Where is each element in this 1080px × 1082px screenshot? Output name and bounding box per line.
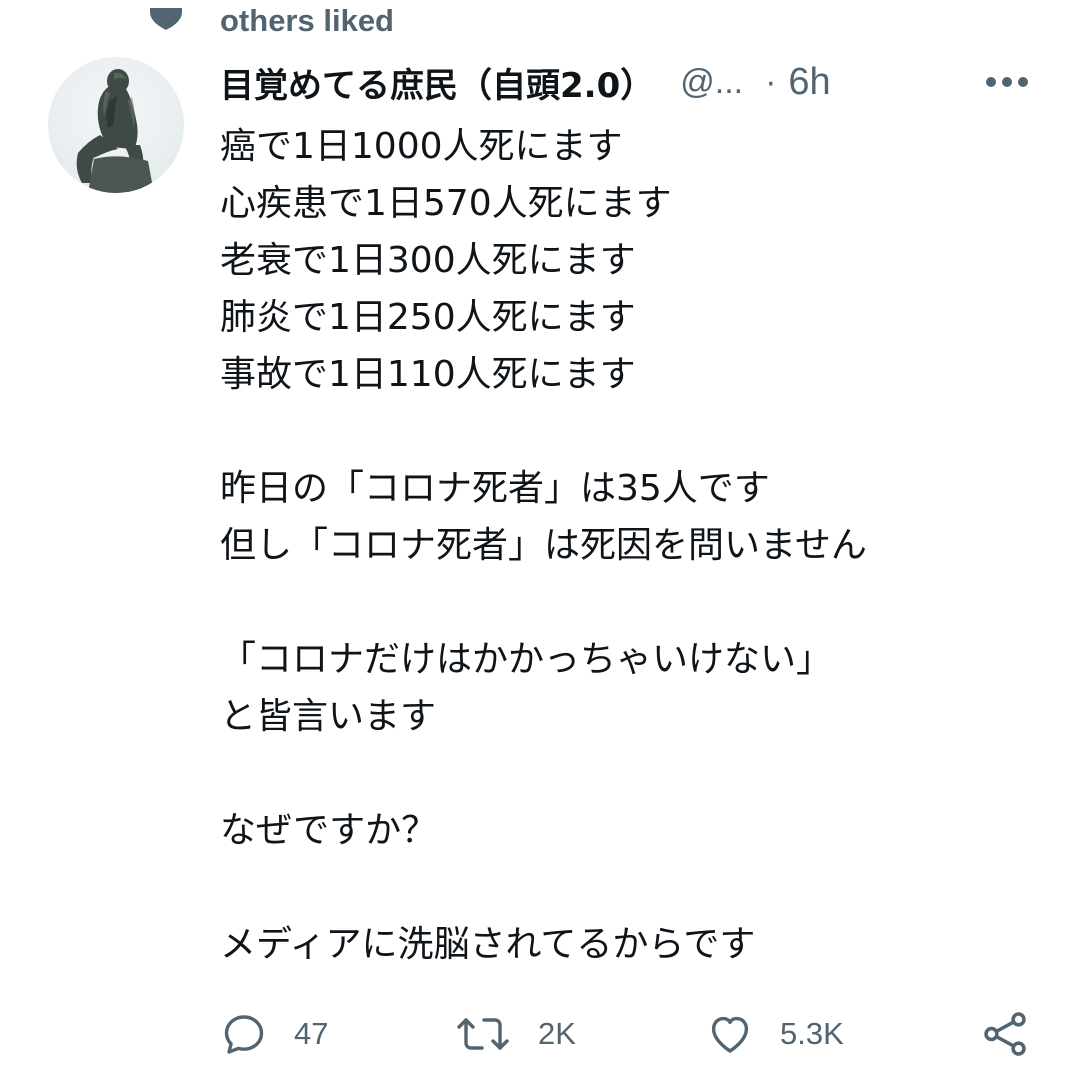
tweet-text-line: 肺炎で1日250人死にます [220, 297, 636, 338]
tweet-text-line [220, 403, 1060, 460]
like-count: 5.3K [780, 1016, 844, 1051]
separator-dot: · [765, 62, 777, 101]
reply-count: 47 [294, 1016, 329, 1051]
tweet-text-line: なぜですか？ [220, 810, 438, 851]
tweet-text-line: メディアに洗脳されてるからです [220, 924, 756, 965]
retweet-button[interactable]: 2K [454, 1002, 576, 1066]
tweet-text-line: 事故で1日110人死にます [220, 354, 636, 395]
author-handle[interactable]: @... [680, 63, 743, 102]
social-context [148, 0, 184, 44]
heart-icon [148, 8, 184, 30]
tweet-text-line [220, 745, 1060, 802]
retweet-count: 2K [538, 1016, 576, 1051]
tweet-text-line [220, 859, 1060, 916]
social-context-text[interactable]: others liked [220, 4, 394, 38]
tweet-text-line [220, 574, 1060, 631]
share-button[interactable] [980, 1002, 1030, 1066]
tweet-text-line: 「コロナだけはかかっちゃいけない」 [220, 639, 833, 680]
more-horizontal-icon [986, 77, 1028, 87]
reply-button[interactable]: 47 [220, 1002, 328, 1066]
share-icon [984, 1012, 1026, 1056]
author-display-name[interactable]: 目覚めてる庶民（自頭2.0） [220, 58, 654, 107]
tweet-timestamp[interactable]: 6h [788, 61, 830, 104]
more-button[interactable] [984, 62, 1030, 102]
tweet-text-line: 心疾患で1日570人死にます [220, 183, 672, 224]
avatar[interactable] [48, 57, 184, 193]
thinker-statue-avatar [76, 69, 154, 193]
tweet-text-line: 但し「コロナ死者」は死因を問いません [220, 525, 867, 566]
retweet-icon [457, 1018, 509, 1050]
tweet-text-line: 昨日の「コロナ死者」は35人です [220, 468, 770, 509]
tweet-header: 目覚めてる庶民（自頭2.0） @... · 6h [220, 56, 1050, 108]
tweet-actions: 47 2K 5.3K [0, 1002, 1080, 1066]
tweet-text-line: 癌で1日1000人死にます [220, 126, 623, 167]
like-button[interactable]: 5.3K [706, 1002, 844, 1066]
tweet-text-line: と皆言います [220, 696, 437, 737]
tweet-text: 癌で1日1000人死にます 心疾患で1日570人死にます 老衰で1日300人死に… [220, 118, 1060, 973]
reply-icon [224, 1015, 264, 1054]
like-icon [711, 1016, 749, 1053]
tweet-text-line: 老衰で1日300人死にます [220, 240, 636, 281]
